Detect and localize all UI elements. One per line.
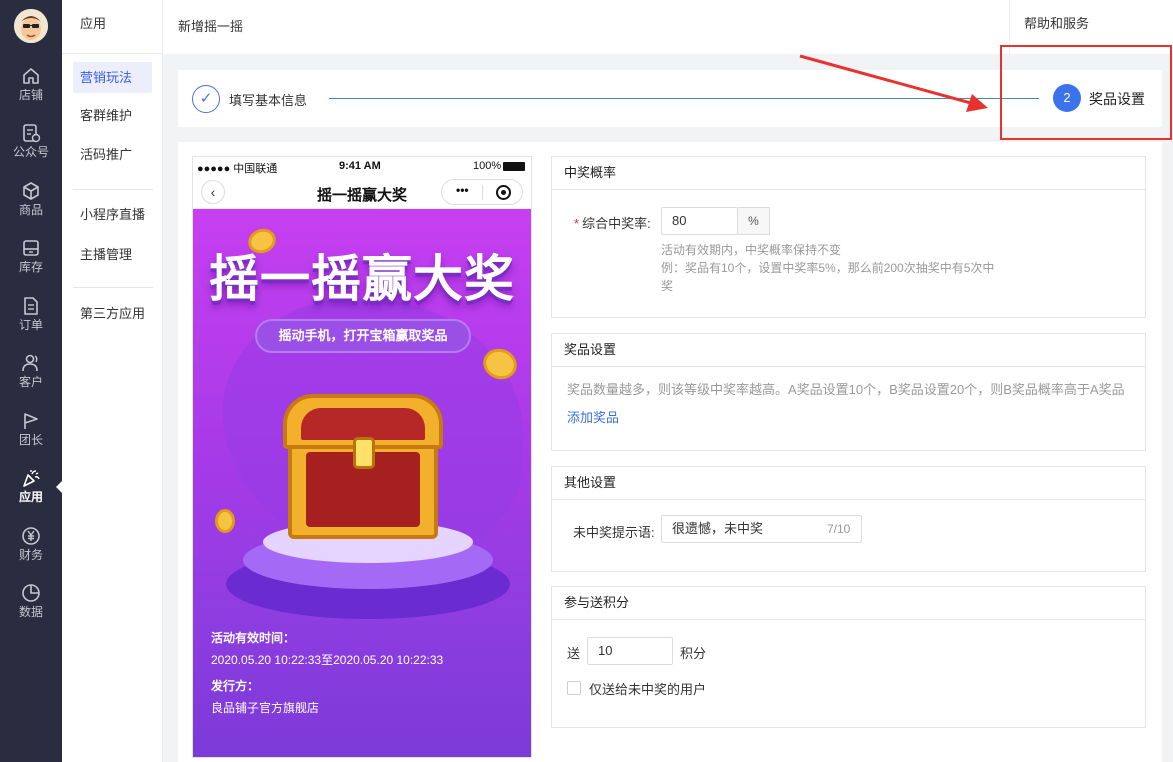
prizes-hint: 奖品数量越多，则该等级中奖率越高。A奖品设置10个，B奖品设置20个，则B奖品概… <box>567 382 1125 397</box>
home-icon <box>23 68 39 84</box>
section-header: 奖品设置 <box>552 334 1145 367</box>
nav-item-inventory[interactable]: 库存 <box>0 232 62 288</box>
points-prefix: 送 <box>567 646 581 661</box>
flag-icon <box>24 413 38 429</box>
required-mark: * <box>574 216 580 231</box>
nav-item-apps[interactable]: 应用 <box>0 462 62 518</box>
capsule-menu[interactable]: ••• <box>441 179 523 205</box>
status-time: 9:41 AM <box>339 160 381 172</box>
divider <box>482 185 483 200</box>
step-complete-check-icon: ✓ <box>192 85 220 113</box>
avatar[interactable] <box>14 9 48 43</box>
yen-icon <box>22 527 40 545</box>
nav-item-data[interactable]: 数据 <box>0 577 62 633</box>
banner-subtitle-pill: 摇动手机，打开宝箱赢取奖品 <box>255 319 471 353</box>
probability-hint-1: 活动有效期内，中奖概率保持不变 <box>661 243 842 257</box>
nav-label: 店铺 <box>18 88 43 102</box>
nav-label: 应用 <box>18 490 43 504</box>
only-non-winners-checkbox[interactable] <box>567 681 581 695</box>
battery-icon <box>503 162 525 171</box>
section-header: 参与送积分 <box>552 587 1145 620</box>
nav-item-official-account[interactable]: 公众号 <box>0 117 62 173</box>
annotation-arrow-icon <box>799 54 988 112</box>
points-input[interactable]: 10 <box>587 637 673 665</box>
step-1-label[interactable]: 填写基本信息 <box>229 90 307 109</box>
nav-label: 商品 <box>18 203 43 217</box>
time-label: 活动有效时间： <box>211 631 296 645</box>
customer-icon <box>22 354 38 372</box>
official-account-icon <box>23 124 41 143</box>
probability-label: * 综合中奖率: <box>574 213 651 232</box>
probability-label-text: 综合中奖率: <box>582 216 651 231</box>
divider <box>73 189 153 190</box>
nav-label: 团长 <box>18 433 43 447</box>
nav-item-leaders[interactable]: 团长 <box>0 405 62 461</box>
percent-addon: % <box>738 207 770 235</box>
only-non-winners-label[interactable]: 仅送给未中奖的用户 <box>589 679 706 698</box>
banner-title: 摇一摇赢大奖 <box>209 251 515 307</box>
nav-item-orders[interactable]: 订单 <box>0 290 62 346</box>
issuer-label: 发行方： <box>211 679 260 693</box>
activity-banner: 摇一摇赢大奖 摇动手机，打开宝箱赢取奖品 活动有效时间： 2020.05.20 … <box>193 209 531 757</box>
char-counter: 7/10 <box>827 522 851 536</box>
pie-chart-icon <box>22 584 40 602</box>
status-carrier: ●●●●● 中国联通 <box>197 163 278 175</box>
nav-label: 客户 <box>18 375 43 389</box>
phone-preview: ●●●●● 中国联通 9:41 AM 100% ‹ 摇一摇赢大奖 ••• 摇一摇… <box>192 156 532 758</box>
nav-label: 财务 <box>18 548 43 562</box>
annotation-highlight-box <box>1000 45 1172 140</box>
probability-hint-2: 例：奖品有10个，设置中奖率5%，那么前200次抽奖中有5次中 <box>661 261 995 275</box>
divider <box>73 287 153 288</box>
time-value: 2020.05.20 10:22:33至2020.05.20 10:22:33 <box>211 653 444 667</box>
sub-item-live-code[interactable]: 活码推广 <box>73 139 152 170</box>
add-prize-link[interactable]: 添加奖品 <box>567 407 619 426</box>
other-settings-section: 其他设置 未中奖提示语: 很遗憾，未中奖 7/10 <box>551 466 1146 572</box>
sub-sidebar: 应用 营销玩法 客群维护 活码推广 小程序直播 主播管理 第三方应用 <box>62 0 163 762</box>
inventory-icon <box>23 240 39 256</box>
nav-label: 订单 <box>18 318 43 332</box>
nav-item-shop[interactable]: 店铺 <box>0 60 62 116</box>
nav-item-customers[interactable]: 客户 <box>0 347 62 403</box>
main-nav: 店铺 公众号 商品 库存 订单 客户 团长 应用 财务 数据 <box>0 0 62 762</box>
breadcrumb: 新增摇一摇 <box>178 19 244 34</box>
prizes-section: 奖品设置 奖品数量越多，则该等级中奖率越高。A奖品设置10个，B奖品设置20个，… <box>551 333 1146 451</box>
sub-item-mini-live[interactable]: 小程序直播 <box>73 199 152 230</box>
nav-label: 公众号 <box>12 145 49 159</box>
nav-label: 数据 <box>18 605 43 619</box>
coin-icon <box>215 509 235 533</box>
no-prize-message-label: 未中奖提示语: <box>573 525 655 540</box>
section-header: 中奖概率 <box>552 157 1145 190</box>
close-target-icon[interactable] <box>496 185 511 200</box>
status-battery: 100% <box>473 160 502 172</box>
issuer-value: 良品铺子官方旗舰店 <box>211 701 320 715</box>
probability-section: 中奖概率 * 综合中奖率: 80 % 活动有效期内，中奖概率保持不变 例：奖品有1… <box>551 156 1146 318</box>
phone-title-bar: ‹ 摇一摇赢大奖 ••• <box>193 175 531 209</box>
order-icon <box>24 297 38 315</box>
more-dots-icon[interactable]: ••• <box>456 183 469 197</box>
section-header: 其他设置 <box>552 467 1145 500</box>
chest-lock-icon <box>353 437 375 469</box>
points-section: 参与送积分 送 10 积分 仅送给未中奖的用户 <box>551 586 1146 728</box>
nav-item-finance[interactable]: 财务 <box>0 520 62 576</box>
probability-hint-3: 奖 <box>661 279 674 293</box>
party-popper-icon <box>23 470 40 487</box>
points-suffix: 积分 <box>680 646 707 661</box>
box-icon <box>23 182 39 200</box>
phone-status-bar: ●●●●● 中国联通 9:41 AM 100% <box>193 157 531 175</box>
sub-item-marketing[interactable]: 营销玩法 <box>73 62 152 93</box>
nav-item-goods[interactable]: 商品 <box>0 175 62 231</box>
sub-item-customer-groups[interactable]: 客群维护 <box>73 100 152 131</box>
sub-sidebar-title: 应用 <box>62 0 162 54</box>
sub-item-third-party[interactable]: 第三方应用 <box>73 298 152 329</box>
probability-input[interactable]: 80 <box>661 207 738 235</box>
nav-label: 库存 <box>18 260 43 274</box>
sub-item-anchor[interactable]: 主播管理 <box>73 239 152 270</box>
